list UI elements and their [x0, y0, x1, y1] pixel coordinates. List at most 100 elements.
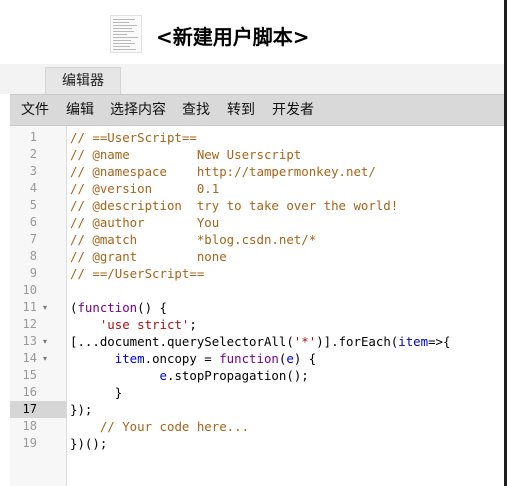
code-text: e.stopPropagation(); [70, 367, 309, 384]
line-number: 16 [22, 385, 37, 399]
code-token: e [286, 351, 294, 366]
line-number: 11 [22, 300, 37, 314]
line-number: 12 [22, 317, 37, 331]
code-token: })(); [70, 436, 108, 451]
code-lines: 1 // ==UserScript== 2 // @name New Userscri… [10, 129, 504, 452]
code-text: item.oncopy = function(e) { [70, 350, 316, 367]
code-token: item [114, 351, 145, 366]
code-line[interactable]: 3 // @namespace http://tampermonkey.net/ [10, 163, 504, 180]
line-number: 6 [29, 215, 37, 229]
menu-edit[interactable]: 编辑 [66, 95, 94, 125]
line-number: 2 [29, 147, 37, 161]
line-number: 10 [22, 283, 37, 297]
code-line[interactable]: 4 // @version 0.1 [10, 180, 504, 197]
header: <新建用户脚本> [0, 0, 504, 64]
code-line[interactable]: 13 ▾ [...document.querySelectorAll('*')].f… [10, 333, 504, 350]
line-number: 1 [29, 130, 37, 144]
page-title: <新建用户脚本> [156, 25, 310, 49]
code-text: (function() { [70, 299, 167, 316]
menu-find[interactable]: 查找 [182, 95, 210, 125]
code-text: }); [70, 401, 92, 418]
menu-selection[interactable]: 选择内容 [110, 95, 166, 125]
line-number: 9 [29, 266, 37, 280]
code-token: 'use strict' [99, 317, 190, 332]
code-line[interactable]: 1 // ==UserScript== [10, 129, 504, 146]
menu-goto[interactable]: 转到 [227, 95, 255, 125]
fold-arrow-icon[interactable]: ▾ [43, 350, 53, 367]
code-editor[interactable]: 1 // ==UserScript== 2 // @name New Userscri… [10, 126, 504, 486]
code-line[interactable]: 2 // @name New Userscript [10, 146, 504, 163]
code-token: '*' [293, 334, 317, 349]
code-token: function [219, 351, 279, 366]
code-line[interactable]: 18 // Your code here... [10, 418, 504, 435]
code-token: }); [70, 402, 93, 417]
code-text: // ==UserScript== [70, 129, 197, 146]
code-token: // @description try to take over the wor… [70, 198, 399, 213]
code-token: // ==/UserScript== [70, 266, 205, 281]
code-text: [...document.querySelectorAll('*')].forE… [70, 333, 450, 350]
tab-editor[interactable]: 编辑器 [45, 67, 121, 95]
code-line[interactable]: 14 ▾ item.oncopy = function(e) { [10, 350, 504, 367]
code-text: // ==/UserScript== [70, 265, 204, 282]
code-text: 'use strict'; [70, 316, 197, 333]
line-number: 8 [29, 249, 37, 263]
code-token: // @grant none [70, 249, 227, 264]
code-line[interactable]: 11 ▾ (function() { [10, 299, 504, 316]
code-token: // @author You [70, 215, 220, 230]
code-line[interactable]: 5 // @description try to take over the wo… [10, 197, 504, 214]
code-token: () { [137, 300, 167, 315]
code-text: })(); [70, 435, 107, 452]
code-token: [...document.querySelectorAll( [70, 334, 294, 349]
code-text: } [70, 384, 122, 401]
code-token: // @version 0.1 [70, 181, 220, 196]
code-token: )].forEach( [316, 334, 399, 349]
code-token: // Your code here... [99, 419, 250, 434]
code-text: // @match *blog.csdn.net/* [70, 231, 316, 248]
line-number: 14 [22, 351, 37, 365]
code-line[interactable]: 19 })(); [10, 435, 504, 452]
code-token: } [70, 385, 123, 400]
code-token: .oncopy = [144, 351, 220, 366]
code-token: ) { [293, 351, 317, 366]
fold-arrow-icon[interactable]: ▾ [43, 299, 53, 316]
code-line[interactable]: 10 [10, 282, 504, 299]
line-number: 15 [22, 368, 37, 382]
fold-arrow-icon[interactable]: ▾ [43, 333, 53, 350]
code-line[interactable]: 17}); [10, 401, 504, 418]
code-token: item [398, 334, 429, 349]
code-text: // @grant none [70, 248, 227, 265]
code-line[interactable]: 7 // @match *blog.csdn.net/* [10, 231, 504, 248]
code-line[interactable]: 12 'use strict'; [10, 316, 504, 333]
code-token: ; [189, 317, 197, 332]
code-text: // Your code here... [70, 418, 249, 435]
line-number: 18 [22, 419, 37, 433]
line-number: 4 [29, 181, 37, 195]
code-line[interactable]: 16 } [10, 384, 504, 401]
code-token: e [159, 368, 167, 383]
code-line[interactable]: 15 e.stopPropagation(); [10, 367, 504, 384]
tab-bar: 编辑器 [0, 64, 504, 95]
code-token: // ==UserScript== [70, 130, 197, 145]
code-line[interactable]: 6 // @author You [10, 214, 504, 231]
line-number: 13 [22, 334, 37, 348]
line-number: 3 [29, 164, 37, 178]
menu-developer[interactable]: 开发者 [272, 95, 314, 125]
line-number: 17 [22, 402, 37, 416]
code-token: .stopPropagation(); [167, 368, 309, 383]
code-token: // @name New Userscript [70, 147, 302, 162]
code-line[interactable]: 8 // @grant none [10, 248, 504, 265]
editor-menubar: 文件 编辑 选择内容 查找 转到 开发者 [10, 94, 504, 126]
line-number: 19 [22, 436, 37, 450]
line-number: 7 [29, 232, 37, 246]
code-text: // @namespace http://tampermonkey.net/ [70, 163, 376, 180]
code-token: =>{ [428, 334, 451, 349]
code-text: // @version 0.1 [70, 180, 219, 197]
line-number: 5 [29, 198, 37, 212]
code-text: // @author You [70, 214, 219, 231]
menu-file[interactable]: 文件 [21, 95, 49, 125]
code-line[interactable]: 9 // ==/UserScript== [10, 265, 504, 282]
